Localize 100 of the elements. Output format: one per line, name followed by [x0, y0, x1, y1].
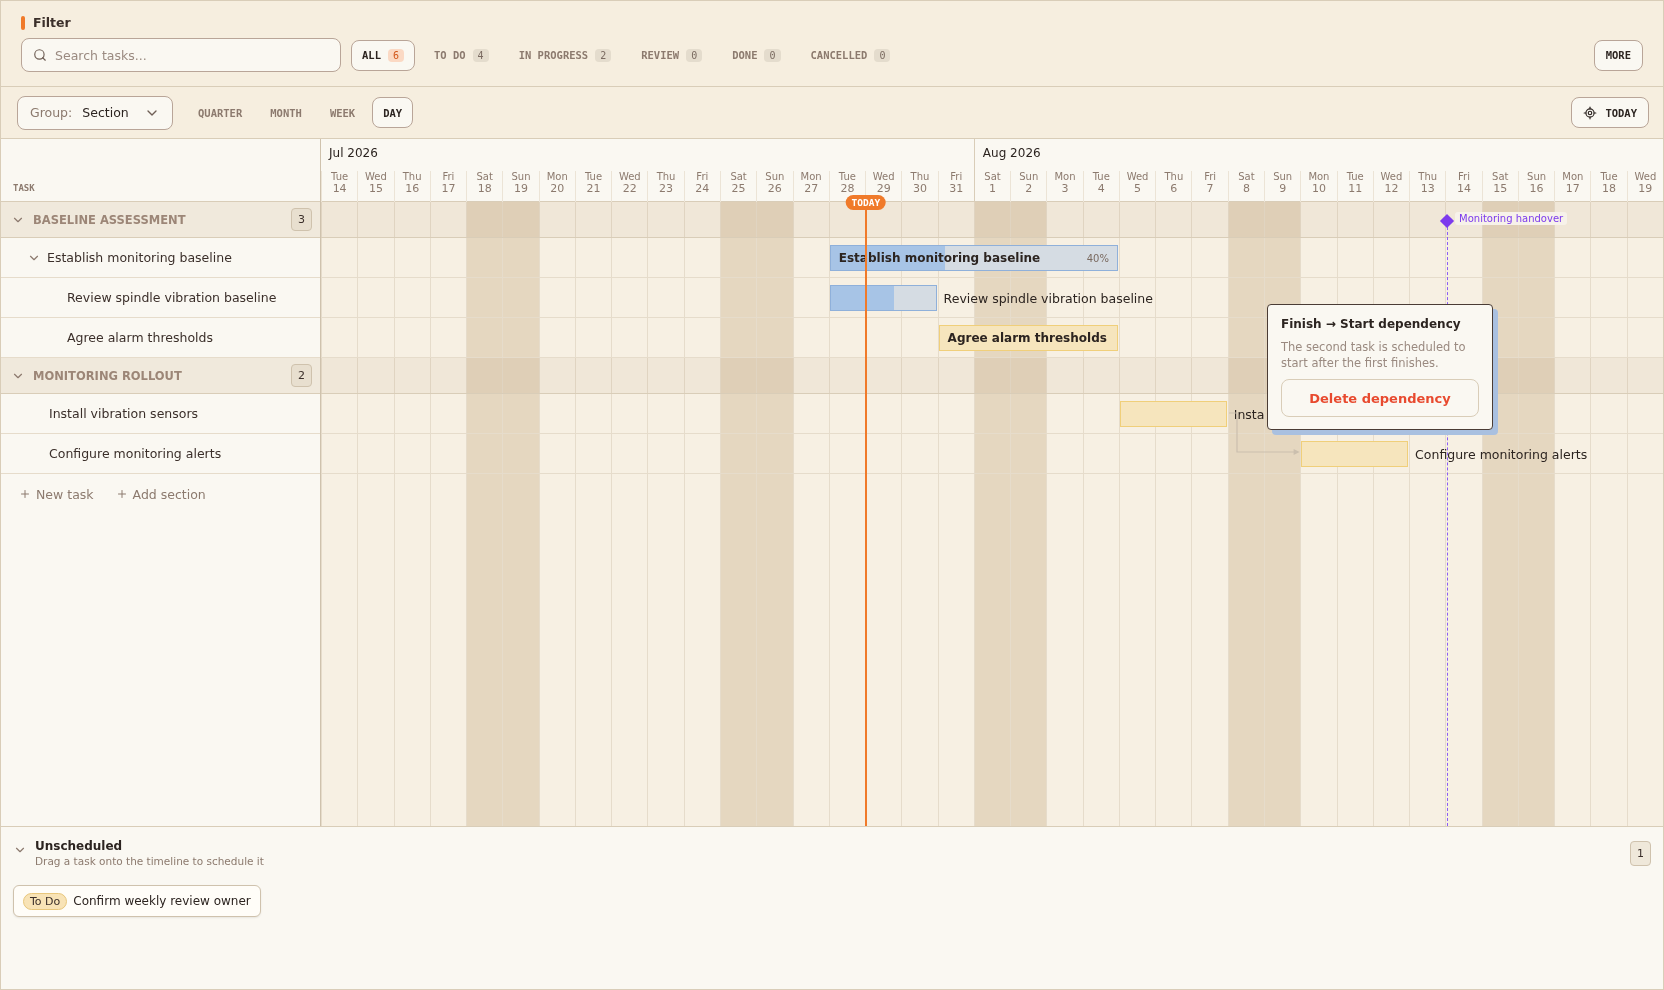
day-number: 26	[767, 183, 782, 195]
unscheduled-title: Unscheduled	[35, 839, 124, 853]
day-number: 10	[1311, 183, 1326, 195]
day-number: 27	[804, 183, 819, 195]
day-number: 4	[1097, 183, 1105, 195]
day-number: 22	[622, 183, 637, 195]
weekday-label: Mon	[1562, 171, 1584, 183]
bar-label: Insta	[1232, 406, 1265, 422]
weekday-label: Thu	[1164, 171, 1184, 183]
weekday-label: Tue	[331, 171, 349, 183]
weekday-label: Sat	[1238, 171, 1255, 183]
month-label: Jul 2026	[327, 145, 379, 162]
weekday-label: Thu	[1418, 171, 1438, 183]
day-number: 31	[949, 183, 964, 195]
popup-text: The second task is scheduled to start after the first finishes.	[1281, 339, 1467, 371]
day-number: 17	[441, 183, 456, 195]
status-badge: To Do	[23, 892, 68, 910]
day-number: 24	[695, 183, 710, 195]
count-badge: 3	[291, 208, 312, 231]
weekday-label: Sat	[476, 171, 493, 183]
weekday-label: Mon	[1054, 171, 1076, 183]
count-badge: 1	[1630, 841, 1651, 866]
weekday-label: Tue	[838, 171, 856, 183]
day-number: 3	[1061, 183, 1069, 195]
day-number: 19	[1638, 183, 1653, 195]
weekday-label: Wed	[1126, 171, 1149, 183]
day-number: 6	[1170, 183, 1178, 195]
count-badge: 6	[387, 48, 404, 62]
weekday-label: Sun	[511, 171, 531, 183]
unscheduled-hint: Drag a task onto the timeline to schedule it	[35, 855, 265, 867]
day-number: 16	[405, 183, 420, 195]
day-number: 11	[1348, 183, 1363, 195]
progress-percent: 40%	[1086, 252, 1109, 264]
day-number: 12	[1384, 183, 1399, 195]
count-badge: 2	[595, 48, 612, 62]
weekday-label: Thu	[910, 171, 930, 183]
day-number: 29	[876, 183, 891, 195]
day-number: 18	[477, 183, 492, 195]
day-number: 30	[912, 183, 927, 195]
bar-label: Review spindle vibration baseline	[942, 290, 1153, 306]
weekday-label: Tue	[1092, 171, 1110, 183]
weekday-label: Wed	[365, 171, 387, 183]
weekday-label: Tue	[1346, 171, 1364, 183]
weekday-label: Tue	[584, 171, 603, 183]
weekday-label: Sat	[1492, 171, 1509, 183]
popup-title: Finish → Start dependency	[1281, 317, 1462, 331]
weekday-label: Fri	[696, 171, 709, 183]
day-number: 16	[1529, 183, 1544, 195]
weekday-label: Fri	[1458, 171, 1470, 183]
weekday-label: Wed	[1634, 171, 1657, 183]
weekday-label: Thu	[402, 171, 422, 183]
day-number: 19	[513, 183, 528, 195]
day-number: 21	[586, 183, 601, 195]
day-number: 5	[1134, 183, 1142, 195]
weekday-label: Fri	[1204, 171, 1217, 183]
day-number: 28	[840, 183, 855, 195]
day-number: 25	[731, 183, 746, 195]
weekday-label: Sun	[765, 171, 785, 183]
day-number: 23	[659, 183, 674, 195]
section-title: MONITORING ROLLOUT	[33, 368, 183, 383]
weekday-label: Tue	[1600, 171, 1618, 183]
day-number: 20	[550, 183, 565, 195]
month-label: Aug 2026	[973, 139, 1663, 171]
weekday-label: Sun	[1019, 171, 1039, 183]
bar-label: Configure monitoring alerts	[1414, 446, 1588, 462]
day-number: 14	[1457, 183, 1471, 195]
day-number: 13	[1420, 183, 1435, 195]
filter-title: Filter	[33, 15, 71, 30]
day-number: 7	[1206, 183, 1214, 195]
day-number: 17	[1565, 183, 1580, 195]
today-marker: TODAY	[845, 195, 887, 210]
weekday-label: Mon	[800, 171, 822, 183]
weekday-label: Sun	[1527, 171, 1547, 183]
day-number: 14	[332, 183, 347, 195]
weekday-label: Mon	[546, 171, 568, 183]
weekday-label: Sat	[730, 171, 747, 183]
day-number: 1	[989, 183, 996, 195]
day-number: 15	[368, 183, 383, 195]
day-number: 8	[1242, 183, 1250, 195]
day-number: 9	[1279, 183, 1287, 195]
day-number: 2	[1025, 183, 1033, 195]
milestone-label: Monitoring handover	[1455, 212, 1568, 225]
count-badge: 0	[686, 48, 703, 62]
count-badge: 2	[291, 364, 312, 387]
section-title: BASELINE ASSESSMENT	[33, 212, 187, 227]
weekday-label: Wed	[618, 171, 641, 183]
weekday-label: Sun	[1273, 171, 1293, 183]
weekday-label: Mon	[1308, 171, 1330, 183]
count-badge: 0	[764, 48, 781, 62]
weekday-label: Wed	[872, 171, 895, 183]
count-badge: 0	[874, 48, 891, 62]
weekday-label: Sat	[984, 171, 1001, 183]
day-number: 15	[1493, 183, 1508, 195]
weekday-label: Wed	[1380, 171, 1403, 183]
day-number: 18	[1602, 183, 1617, 195]
weekday-label: Thu	[656, 171, 676, 183]
weekday-label: Fri	[950, 171, 963, 183]
column-header: TASK	[13, 183, 35, 193]
count-badge: 4	[472, 48, 489, 62]
task-title: Confirm weekly review owner	[73, 894, 251, 908]
